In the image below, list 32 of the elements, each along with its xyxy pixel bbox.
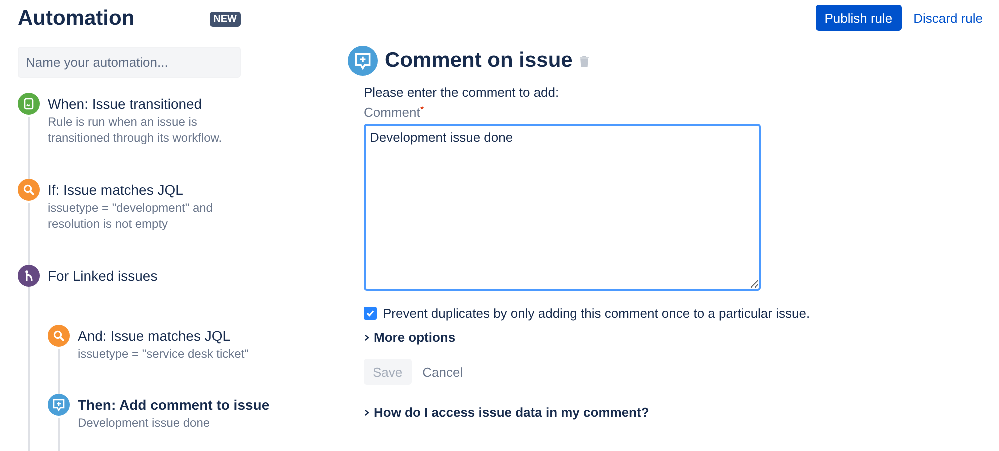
discard-link[interactable]: Discard rule (914, 5, 983, 31)
step-description: issuetype = "development" and resolution is not empty (48, 200, 214, 232)
comment-icon (348, 46, 378, 76)
branch-icon (18, 265, 40, 287)
comment-field[interactable]: Development issue done (364, 124, 761, 291)
step-title[interactable]: For Linked issues (48, 266, 158, 286)
step-description: Development issue done (78, 415, 212, 431)
step-description: issuetype = "service desk ticket" (78, 346, 250, 362)
editor-title: Comment on issue (385, 49, 573, 73)
check-icon (366, 309, 375, 318)
help-toggle[interactable]: How do I access issue data in my comment? (364, 405, 650, 420)
comment-label: Comment* (364, 105, 426, 120)
step-title[interactable]: Then: Add comment to issue (78, 395, 283, 415)
caret-icon (364, 334, 370, 340)
checkbox[interactable] (364, 307, 377, 320)
search-icon (18, 179, 40, 201)
caret-icon (364, 410, 370, 416)
document-icon (18, 93, 40, 115)
step-title[interactable]: If: Issue matches JQL (48, 180, 253, 200)
more-options-toggle[interactable]: More options (364, 330, 456, 345)
publish-button[interactable]: Publish rule (816, 5, 902, 31)
name-field[interactable]: Name your automation... (18, 47, 241, 78)
step-title[interactable]: And: Issue matches JQL (78, 326, 283, 346)
step-description: Rule is run when an issue is transitioned through its workflow. (48, 114, 224, 146)
search-icon (48, 325, 70, 347)
step-title[interactable]: When: Issue transitioned (48, 94, 253, 114)
checkbox-label[interactable]: Prevent duplicates by only adding this comment once to a particular issue. (383, 306, 810, 321)
cancel-button[interactable]: Cancel (414, 359, 472, 385)
sidebar-title: Automation (18, 6, 135, 32)
comment-icon (48, 394, 70, 416)
prompt-text: Please enter the comment to add: (364, 85, 560, 100)
new-badge: NEW (210, 12, 241, 26)
